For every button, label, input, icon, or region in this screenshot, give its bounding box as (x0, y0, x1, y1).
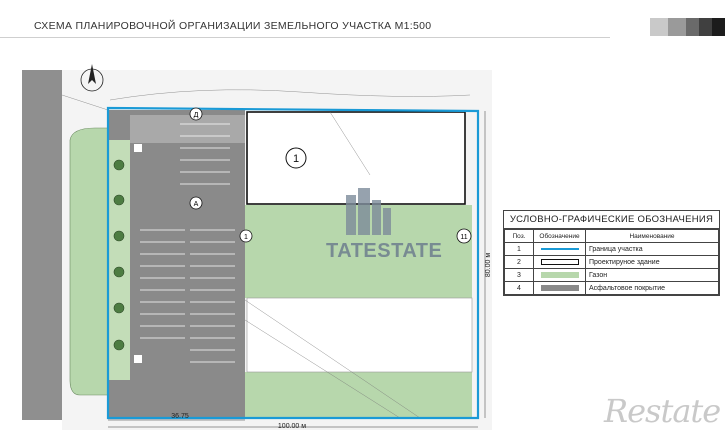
lawn-symbol-icon (533, 268, 586, 282)
axis-label: 1 (244, 234, 248, 241)
legend-pos: 1 (504, 242, 534, 256)
legend-pos: 3 (504, 268, 534, 282)
tree-icon (113, 194, 125, 206)
lawn-left (69, 127, 109, 396)
swatch-1 (650, 18, 668, 36)
axis-label: А (194, 201, 199, 208)
legend-pos: 2 (504, 255, 534, 269)
legend-row: 3 Газон (504, 268, 719, 282)
asphalt-symbol-icon (533, 281, 586, 295)
legend-header-row: Поз. Обозначение Наименование (504, 229, 719, 243)
legend-name: Граница участка (585, 242, 719, 256)
legend-name: Газон (585, 268, 719, 282)
header: СХЕМА ПЛАНИРОВОЧНОЙ ОРГАНИЗАЦИИ ЗЕМЕЛЬНО… (0, 0, 725, 38)
swatch-2 (668, 18, 686, 36)
legend-row: 4 Асфальтовое покрытие (504, 281, 719, 295)
tree-icon (113, 266, 125, 278)
axis-label: 11 (460, 234, 467, 241)
brand-logo: Restate (604, 392, 721, 430)
legend-name: Проектируное здание (585, 255, 719, 269)
legend-header-symbol: Обозначение (533, 229, 586, 243)
legend-header-name: Наименование (585, 229, 719, 243)
building-symbol-icon (533, 255, 586, 269)
building-number: 1 (293, 153, 299, 165)
tree-icon (113, 159, 125, 171)
boundary-symbol-icon (533, 242, 586, 256)
legend: УСЛОВНО-ГРАФИЧЕСКИЕ ОБОЗНАЧЕНИЯ Поз. Обо… (503, 210, 720, 296)
accessible-parking-icon (134, 355, 142, 363)
building-2 (246, 297, 473, 373)
legend-title: УСЛОВНО-ГРАФИЧЕСКИЕ ОБОЗНАЧЕНИЯ (504, 211, 719, 229)
legend-row: 2 Проектируное здание (504, 255, 719, 269)
swatch-5 (712, 18, 725, 36)
watermark-text: TATESTATE (326, 240, 443, 262)
tree-icon (113, 339, 125, 351)
swatch-3 (686, 18, 699, 36)
legend-name: Асфальтовое покрытие (585, 281, 719, 295)
page-title: СХЕМА ПЛАНИРОВОЧНОЙ ОРГАНИЗАЦИИ ЗЕМЕЛЬНО… (34, 20, 432, 32)
building-1 (246, 111, 466, 205)
road-strip (22, 70, 62, 420)
legend-pos: 4 (504, 281, 534, 295)
asphalt-lane (130, 115, 245, 143)
legend-header-pos: Поз. (504, 229, 534, 243)
accessible-parking-icon (134, 144, 142, 152)
lawn-bottom (245, 372, 472, 418)
tree-icon (113, 230, 125, 242)
swatch-4 (699, 18, 712, 36)
axis-label: Д (194, 112, 199, 119)
legend-row: 1 Граница участка (504, 242, 719, 256)
legend-table: Поз. Обозначение Наименование 1 Граница … (504, 229, 719, 295)
dimension-right: 80.00 м (485, 253, 492, 277)
dimension-bottom: 100.00 м (278, 423, 306, 430)
tree-icon (113, 302, 125, 314)
dimension-left: 36.75 (171, 413, 189, 420)
